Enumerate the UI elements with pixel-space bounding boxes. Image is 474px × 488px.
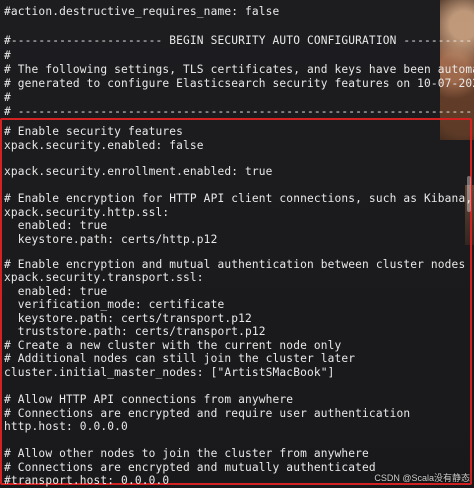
config-line: xpack.security.enabled: false bbox=[4, 139, 204, 152]
config-line: keystore.path: certs/http.p12 bbox=[4, 233, 218, 246]
terminal-line: # bbox=[4, 49, 11, 62]
config-line: # Enable security features bbox=[4, 125, 184, 138]
config-line: verification_mode: certificate bbox=[4, 298, 225, 311]
terminal-line: # generated to configure Elasticsearch s… bbox=[4, 77, 474, 90]
terminal-line: #---------------------- BEGIN SECURITY A… bbox=[4, 34, 474, 47]
terminal-line: # bbox=[4, 91, 11, 104]
config-line: # Allow other nodes to join the cluster … bbox=[4, 447, 369, 460]
terminal-line: #action.destructive_requires_name: false bbox=[4, 5, 280, 18]
config-line: enabled: true bbox=[4, 219, 108, 232]
terminal-line: # --------------------------------------… bbox=[4, 105, 474, 118]
config-line: #transport.host: 0.0.0.0 bbox=[4, 474, 170, 487]
config-line: cluster.initial_master_nodes: ["ArtistSM… bbox=[4, 366, 335, 379]
config-line: xpack.security.enrollment.enabled: true bbox=[4, 165, 273, 178]
config-line: http.host: 0.0.0.0 bbox=[4, 420, 128, 433]
config-line: # Enable encryption for HTTP API client … bbox=[4, 192, 473, 205]
config-line: # Allow HTTP API connections from anywhe… bbox=[4, 393, 294, 406]
terminal-window[interactable]: #action.destructive_requires_name: false… bbox=[0, 0, 474, 488]
config-line: # Additional nodes can still join the cl… bbox=[4, 352, 356, 365]
terminal-line: # The following settings, TLS certificat… bbox=[4, 63, 474, 76]
config-line: truststore.path: certs/transport.p12 bbox=[4, 325, 266, 338]
csdn-watermark: CSDN @Scala没有静态 bbox=[374, 473, 470, 483]
config-line: xpack.security.transport.ssl: bbox=[4, 271, 204, 284]
